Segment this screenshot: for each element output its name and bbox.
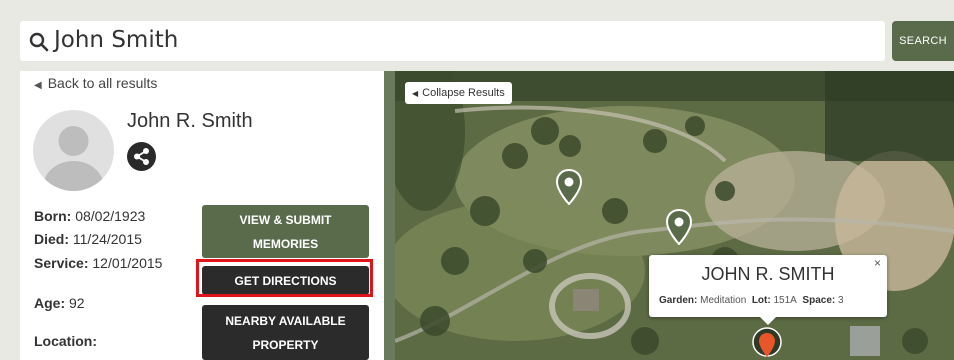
back-to-results-link[interactable]: ◀ Back to all results — [34, 75, 157, 91]
back-arrow-icon: ◀ — [34, 80, 42, 91]
highlight-box — [196, 259, 373, 297]
search-bar[interactable]: John Smith — [20, 21, 885, 61]
map-pin-icon[interactable] — [666, 209, 692, 245]
active-map-pin-icon[interactable] — [752, 327, 782, 360]
result-detail-panel: ◀ Back to all results John R. Smith Born:… — [20, 71, 384, 360]
collapse-arrow-icon: ◀ — [412, 88, 419, 98]
location-label: Location: — [34, 333, 97, 349]
satellite-map[interactable]: ◀ Collapse Results JOHN R. SMITH × Garden… — [395, 71, 954, 360]
nearby-available-property-button[interactable]: NEARBY AVAILABLE PROPERTY — [202, 305, 369, 360]
search-icon — [29, 32, 49, 52]
search-input[interactable]: John Smith — [54, 27, 178, 53]
back-link-label: Back to all results — [47, 75, 158, 91]
search-button[interactable]: SEARCH — [892, 21, 954, 61]
map-info-popup: JOHN R. SMITH × Garden: Meditation Lot: … — [649, 255, 887, 325]
popup-title: JOHN R. SMITH — [701, 264, 835, 284]
avatar — [33, 110, 114, 191]
close-icon[interactable]: × — [874, 256, 881, 270]
share-icon[interactable] — [127, 142, 156, 171]
person-name: John R. Smith — [127, 110, 253, 132]
died-date: Died: 11/24/2015 — [34, 231, 142, 247]
born-date: Born: 08/02/1923 — [34, 208, 146, 224]
collapse-results-label: Collapse Results — [422, 87, 505, 99]
service-date: Service: 12/01/2015 — [34, 255, 163, 271]
panel-divider — [384, 71, 395, 360]
map-pin-icon[interactable] — [556, 169, 582, 205]
popup-tail — [760, 317, 776, 325]
collapse-results-button[interactable]: ◀ Collapse Results — [405, 82, 512, 104]
age: Age: 92 — [34, 295, 85, 311]
view-submit-memories-button[interactable]: VIEW & SUBMIT MEMORIES — [202, 205, 369, 258]
popup-plot-details: Garden: Meditation Lot: 151A Space: 3 — [659, 295, 844, 306]
